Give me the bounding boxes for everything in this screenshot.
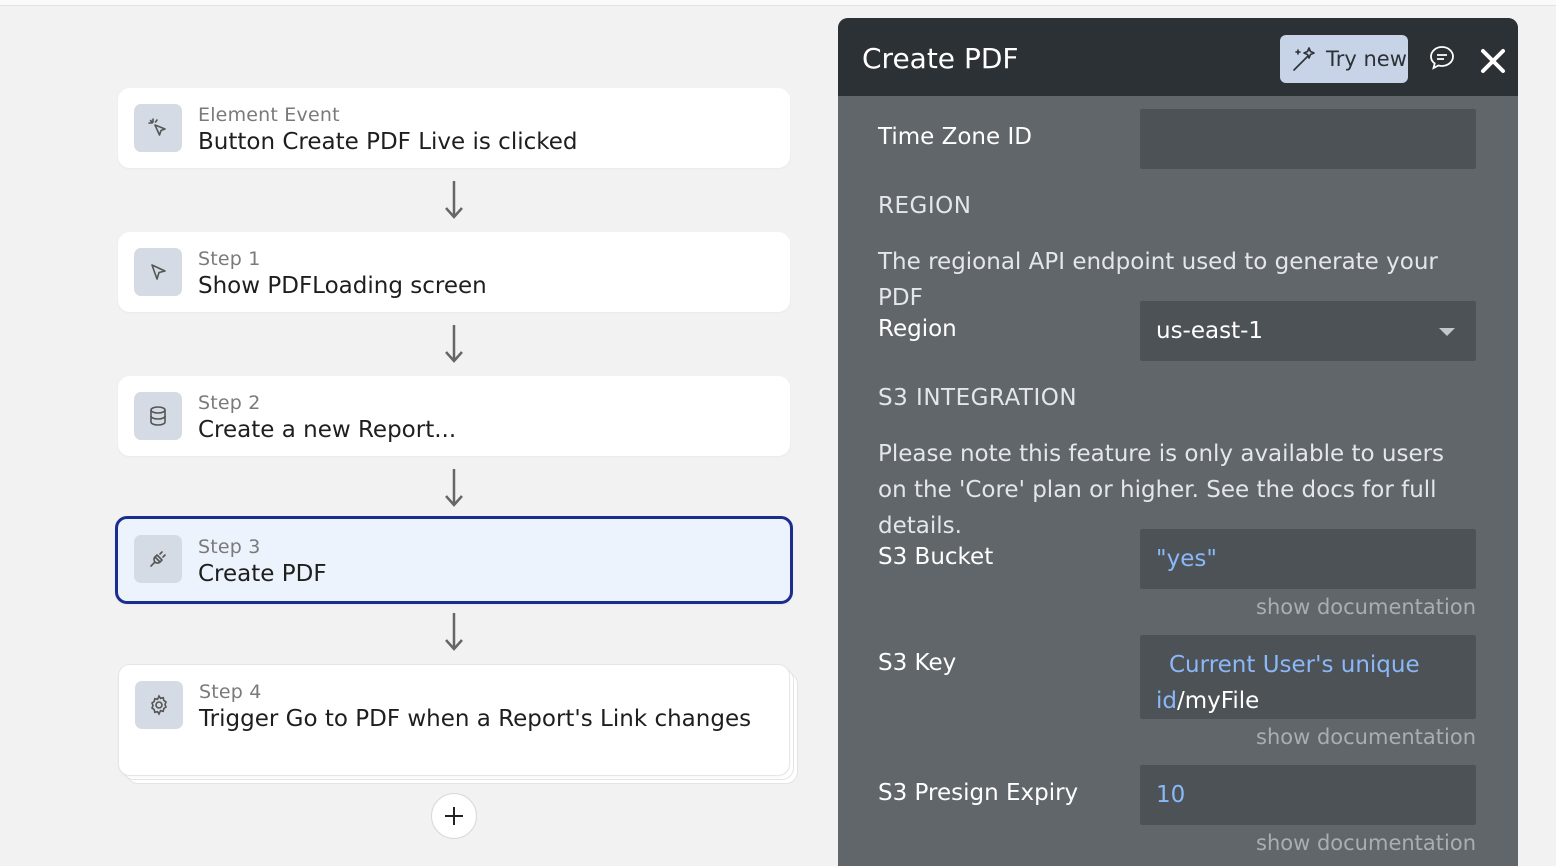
step-label: Step 3: [198, 536, 261, 558]
show-documentation-link[interactable]: show documentation: [1256, 725, 1476, 749]
plus-icon: [445, 807, 463, 825]
region-dropdown[interactable]: us-east-1: [1140, 301, 1476, 361]
chevron-down-icon: [1439, 328, 1455, 336]
pointer-icon: [134, 248, 182, 296]
s3-bucket-value: "yes": [1156, 546, 1217, 572]
s3-section-heading: S3 INTEGRATION: [878, 385, 1078, 411]
s3-description: Please note this feature is only availab…: [878, 441, 1445, 539]
panel-header: Create PDF Try new: [838, 18, 1518, 96]
s3-key-input[interactable]: Current User's unique id/myFile: [1140, 635, 1476, 719]
step-label: Step 4: [199, 681, 262, 703]
add-step-button[interactable]: [431, 793, 477, 839]
s3-bucket-input[interactable]: "yes": [1140, 529, 1476, 589]
step-card-4[interactable]: Step 4 Trigger Go to PDF when a Report's…: [118, 664, 790, 776]
show-documentation-link[interactable]: show documentation: [1256, 831, 1476, 855]
step-card-2[interactable]: Step 2 Create a new Report...: [118, 376, 790, 456]
step-card-1[interactable]: Step 1 Show PDFLoading screen: [118, 232, 790, 312]
s3-key-label: S3 Key: [878, 650, 957, 676]
region-label: Region: [878, 316, 957, 342]
step-title: Create PDF: [198, 561, 327, 587]
event-title: Button Create PDF Live is clicked: [198, 129, 578, 155]
try-new-label: Try new: [1326, 47, 1407, 71]
s3-key-dynamic-expression[interactable]: Current User's unique: [1169, 652, 1420, 678]
event-card[interactable]: Element Event Button Create PDF Live is …: [118, 88, 790, 168]
s3-key-dynamic-expression[interactable]: id: [1156, 688, 1177, 714]
close-icon[interactable]: [1478, 46, 1508, 76]
cursor-click-icon: [134, 104, 182, 152]
s3-presign-expiry-value: 10: [1156, 782, 1186, 808]
database-icon: [134, 392, 182, 440]
step-card-3[interactable]: Step 3 Create PDF: [115, 516, 793, 604]
s3-presign-expiry-input[interactable]: 10: [1140, 765, 1476, 825]
gear-icon: [135, 681, 183, 729]
arrow-down-icon: [445, 181, 463, 219]
panel-title: Create PDF: [862, 42, 1019, 75]
step-title: Trigger Go to PDF when a Report's Link c…: [199, 706, 752, 732]
s3-bucket-label: S3 Bucket: [878, 544, 994, 570]
magic-wand-icon: [1293, 47, 1315, 71]
event-label: Element Event: [198, 104, 340, 126]
arrow-down-icon: [445, 613, 463, 651]
s3-presign-expiry-label: S3 Presign Expiry: [878, 780, 1079, 806]
show-documentation-link[interactable]: show documentation: [1256, 595, 1476, 619]
try-new-button[interactable]: Try new: [1280, 35, 1408, 83]
arrow-down-icon: [445, 325, 463, 363]
region-selected-value: us-east-1: [1156, 318, 1264, 344]
s3-key-static-text: /myFile: [1177, 688, 1260, 714]
arrow-down-icon: [445, 469, 463, 507]
step-title: Show PDFLoading screen: [198, 273, 487, 299]
comment-icon[interactable]: [1428, 44, 1456, 72]
top-border: [0, 0, 1556, 6]
step-label: Step 1: [198, 248, 261, 270]
region-section-heading: REGION: [878, 193, 972, 219]
properties-panel: Create PDF Try new Time Zone ID REGION T…: [838, 18, 1518, 866]
plug-icon: [134, 535, 182, 583]
time-zone-input[interactable]: [1140, 109, 1476, 169]
step-title: Create a new Report...: [198, 417, 457, 443]
time-zone-label: Time Zone ID: [878, 124, 1032, 150]
step-label: Step 2: [198, 392, 261, 414]
